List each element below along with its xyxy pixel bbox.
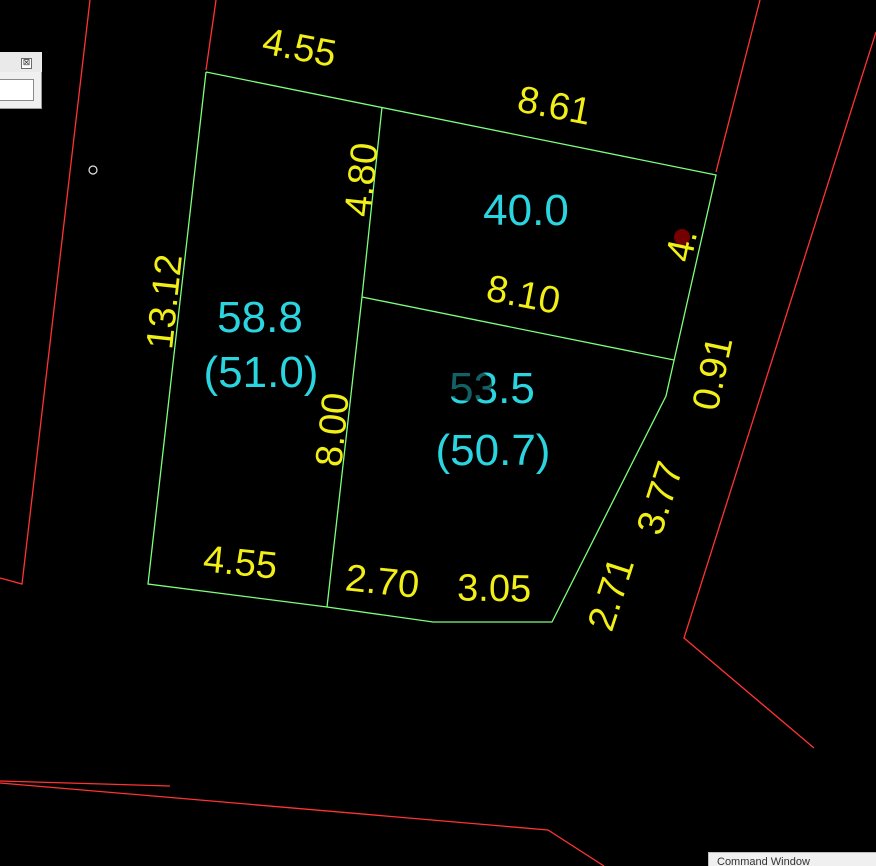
dim-divider-lower[interactable]: 8.00 [308,391,358,469]
area-lower-right-lot-secondary[interactable]: (50.7) [436,426,551,475]
command-window-title: Command Window [717,856,810,866]
palette-title-bar[interactable]: ⊠ [0,52,42,72]
label-smudge [444,369,492,401]
area-upper-right-lot[interactable]: 40.0 [483,186,569,235]
dim-bottom-left[interactable]: 4.55 [201,538,279,588]
boundary-top-right [715,0,761,173]
area-left-lot-secondary[interactable]: (51.0) [204,348,319,397]
dim-right-upper[interactable]: 4. [658,226,706,266]
dim-left-side[interactable]: 13.12 [139,252,191,351]
parcel-lines [147,71,717,623]
dim-chamfer-upper[interactable]: 3.77 [629,457,692,540]
dim-divider-upper[interactable]: 4.80 [337,141,387,219]
palette-input-field[interactable] [0,79,34,101]
area-labels: 58.8 (51.0) 40.0 53.5 (50.7) [204,186,569,475]
dim-top-left[interactable]: 4.55 [259,21,340,76]
parcel-outline[interactable] [147,71,717,623]
dim-bottom-mid[interactable]: 2.70 [343,557,421,607]
dim-right-lower[interactable]: 0.91 [685,333,741,414]
cad-drawing-canvas[interactable]: 4.55 8.61 13.12 4.80 8.10 4. 0.91 8.00 4… [0,0,876,866]
boundary-bottom-road [0,782,605,866]
close-icon[interactable]: ⊠ [21,58,32,69]
dim-mid-divider[interactable]: 8.10 [483,268,564,323]
dim-bottom-right[interactable]: 3.05 [457,567,532,610]
boundary-top-left [205,0,217,71]
area-left-lot[interactable]: 58.8 [217,293,303,342]
command-window[interactable]: Command Window [708,852,876,866]
floating-palette[interactable]: ⊠ [0,52,42,109]
dim-top-right[interactable]: 8.61 [514,79,595,134]
dim-chamfer-lower[interactable]: 2.71 [580,553,643,636]
point-marker[interactable] [88,165,98,175]
